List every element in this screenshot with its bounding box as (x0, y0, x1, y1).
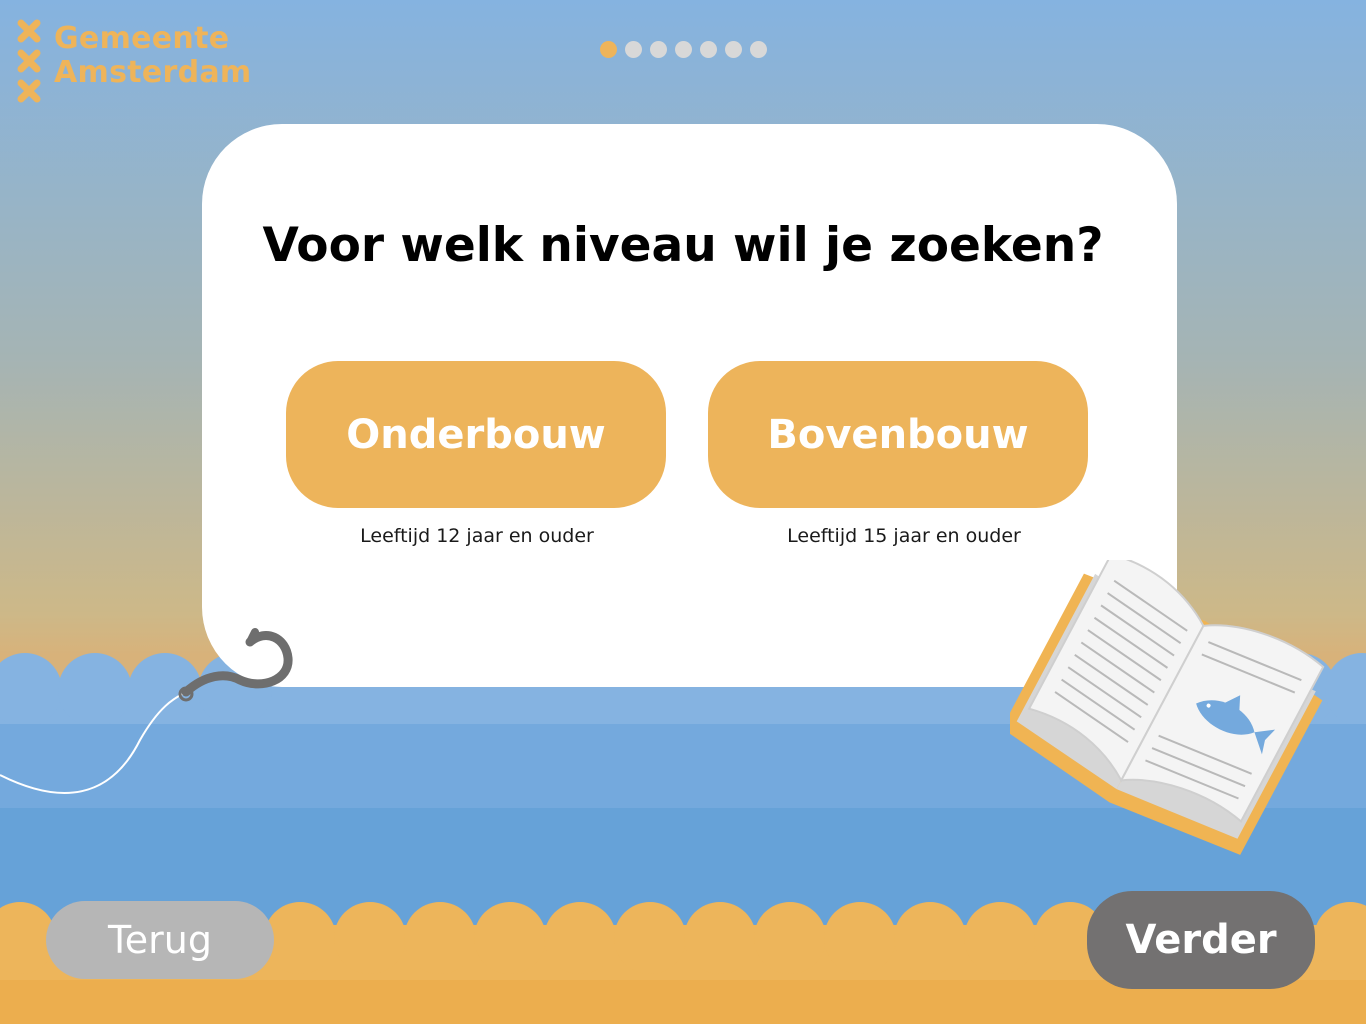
amsterdam-cross-icon (17, 79, 41, 103)
bovenbouw-age-label: Leeftijd 15 jaar en ouder (787, 525, 1021, 547)
onderbouw-age-label: Leeftijd 12 jaar en ouder (360, 525, 594, 547)
amsterdam-cross-icon (17, 19, 41, 43)
question-title: Voor welk niveau wil je zoeken? (262, 218, 1104, 273)
progress-dot-active (600, 41, 617, 58)
amsterdam-cross-icon (17, 49, 41, 73)
back-button[interactable]: Terug (46, 901, 274, 979)
progress-dot (675, 41, 692, 58)
progress-indicator (600, 41, 767, 58)
progress-dot (750, 41, 767, 58)
progress-dot (650, 41, 667, 58)
logo-crosses (16, 18, 42, 104)
logo-line-2: Amsterdam (54, 55, 252, 90)
onderbouw-button[interactable]: Onderbouw (286, 361, 666, 508)
progress-dot (725, 41, 742, 58)
logo-line-1: Gemeente (54, 21, 230, 56)
logo-text: Gemeente Amsterdam (54, 22, 252, 90)
bovenbouw-button[interactable]: Bovenbouw (708, 361, 1088, 508)
next-button[interactable]: Verder (1087, 891, 1315, 989)
open-book-icon (1010, 560, 1325, 855)
fishing-hook-icon (0, 628, 293, 794)
progress-dot (700, 41, 717, 58)
gemeente-amsterdam-logo: Gemeente Amsterdam (16, 18, 252, 104)
progress-dot (625, 41, 642, 58)
